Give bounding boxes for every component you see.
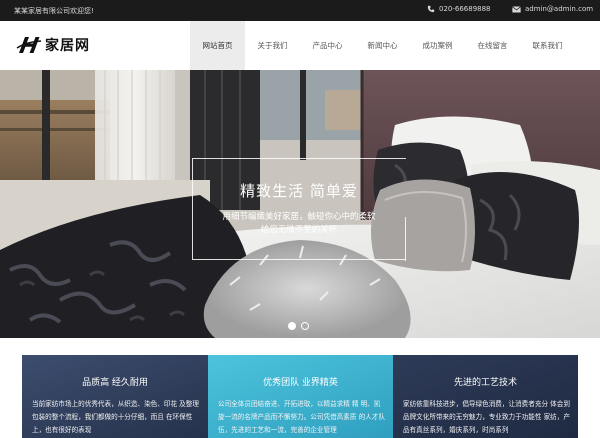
hero-banner[interactable]: 精致生活 简单爱 用细节编織美好家居，触碰你心中的柔软 给您无微不至的关怀 xyxy=(0,70,600,338)
mail-icon xyxy=(512,5,521,12)
slider-dots xyxy=(288,322,314,330)
hero-subtitle: 用细节编織美好家居，触碰你心中的柔软 给您无微不至的关怀 xyxy=(192,211,406,237)
slider-dot-2[interactable] xyxy=(301,322,309,330)
slider-dot-1[interactable] xyxy=(288,322,296,330)
hero-subtitle-line1: 用细节编織美好家居，触碰你心中的柔软 xyxy=(222,212,376,222)
nav-contact[interactable]: 联系我们 xyxy=(520,21,575,70)
hero-title: 精致生活 简单爱 xyxy=(240,182,358,200)
phone-contact[interactable]: 020-66689888 xyxy=(427,5,491,13)
hero-subtitle-line2: 给您无微不至的关怀 xyxy=(260,225,338,235)
nav-about[interactable]: 关于我们 xyxy=(245,21,300,70)
main-nav: 网站首页 关于我们 产品中心 新闻中心 成功案例 在线留言 联系我们 xyxy=(190,21,575,70)
feature-card-quality[interactable]: 品质高 经久耐用 当前家纺市场上的优秀代表，从织造、染色、印花 及整理包装的整个… xyxy=(22,355,208,438)
feature-card-technology[interactable]: 先进的工艺技术 家纺依靠科技进步，倡导绿色消费，让消费者充分 体会到品牌文化所带… xyxy=(393,355,578,438)
hero-frame xyxy=(192,158,406,261)
feature-body: 公司全体员团结奋进、开拓进取，以精益求精 精 明、凯旋一流的名牌产品而不懈努力。… xyxy=(218,400,385,434)
feature-title: 先进的工艺技术 xyxy=(453,378,517,388)
feature-body: 当前家纺市场上的优秀代表，从织造、染色、印花 及整理包装的整个流程，我们都做的十… xyxy=(32,400,199,434)
feature-title: 优秀团队 业界精英 xyxy=(263,378,338,388)
nav-message[interactable]: 在线留言 xyxy=(465,21,520,70)
site-header: 家居网 网站首页 关于我们 产品中心 新闻中心 成功案例 在线留言 联系我们 xyxy=(0,21,600,70)
feature-body: 家纺依靠科技进步，倡导绿色消费，让消费者充分 体会到品牌文化所带来的无穷魅力，专… xyxy=(403,400,570,434)
logo-text: 家居网 xyxy=(45,38,90,54)
site-logo[interactable]: 家居网 xyxy=(16,34,90,56)
email-address: admin@admin.com xyxy=(525,5,594,13)
email-contact[interactable]: admin@admin.com xyxy=(512,5,593,13)
nav-cases[interactable]: 成功案例 xyxy=(410,21,465,70)
feature-card-team[interactable]: 优秀团队 业界精英 公司全体员团结奋进、开拓进取，以精益求精 精 明、凯旋一流的… xyxy=(208,355,393,438)
top-bar: 某某家居有限公司欢迎您! 020-66689888 admin@admin.co… xyxy=(0,0,600,21)
features-section: 品质高 经久耐用 当前家纺市场上的优秀代表，从织造、染色、印花 及整理包装的整个… xyxy=(22,355,578,438)
nav-news[interactable]: 新闻中心 xyxy=(355,21,410,70)
logo-h-icon xyxy=(16,37,42,53)
nav-products[interactable]: 产品中心 xyxy=(300,21,355,70)
phone-number: 020-66689888 xyxy=(439,5,491,13)
phone-icon xyxy=(427,5,435,13)
nav-home[interactable]: 网站首页 xyxy=(190,21,245,70)
feature-title: 品质高 经久耐用 xyxy=(82,378,148,388)
welcome-text: 某某家居有限公司欢迎您! xyxy=(14,7,94,15)
